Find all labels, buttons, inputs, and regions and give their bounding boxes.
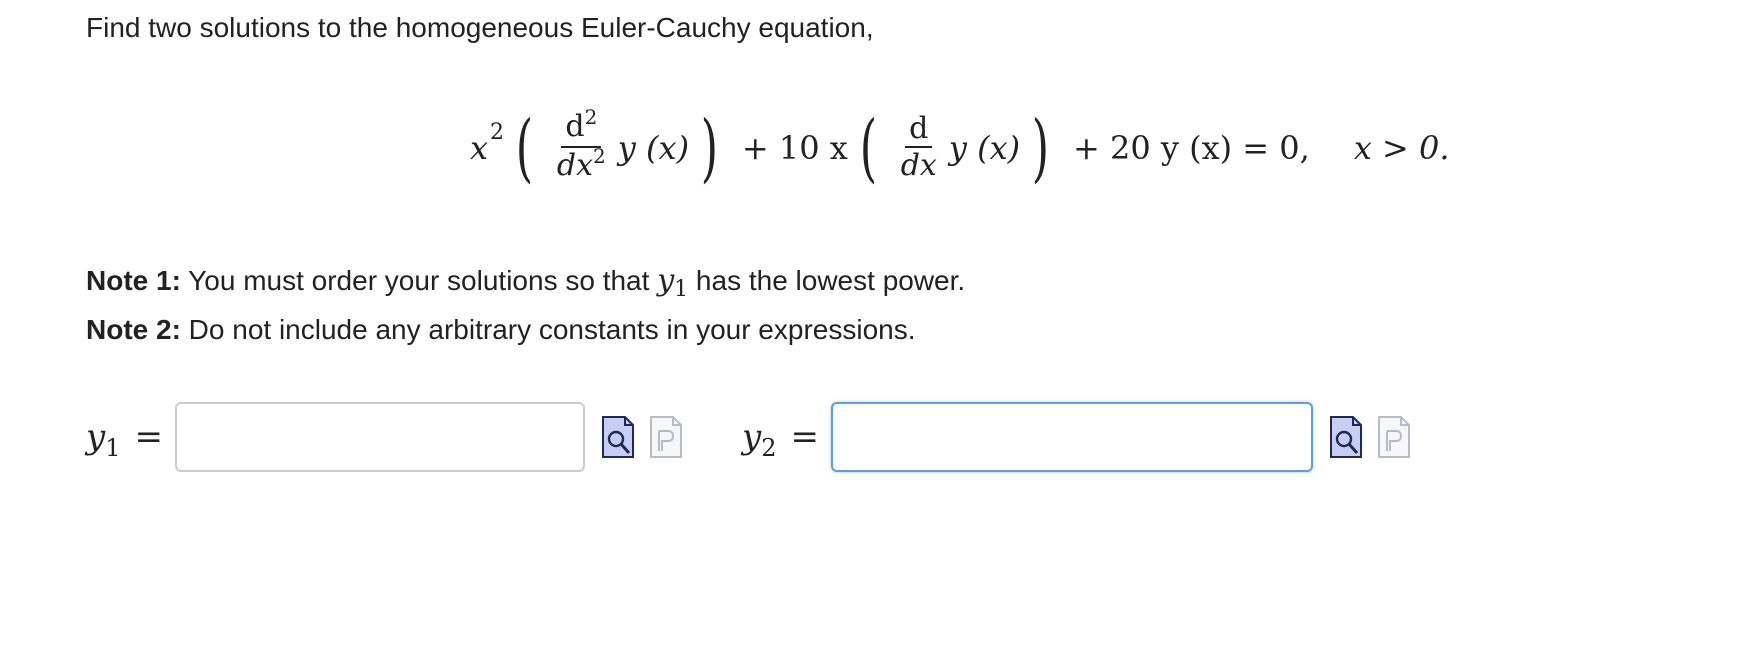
- eq-second-derivative: d2 dx2: [553, 105, 610, 186]
- eq-dx2: dx: [900, 148, 937, 183]
- note-1-sub: 1: [674, 277, 689, 302]
- answer-label-y2: y2 =: [742, 417, 820, 462]
- note-1-after: has the lowest power.: [688, 265, 966, 296]
- euler-cauchy-equation: x2 ( d2 dx2 y (x) ) + 10 x ( d dx y (x) …: [470, 105, 1450, 191]
- eq-d2: d: [909, 111, 929, 146]
- eq-yx-1: y (x): [617, 129, 690, 167]
- eq-plus-20: + 20 y (x) = 0,: [1072, 129, 1310, 167]
- eq-d-exp: 2: [584, 105, 598, 129]
- note-1-before: You must order your solutions so that: [180, 265, 658, 296]
- eq-x: x: [470, 129, 489, 167]
- answer-eq-y2: =: [790, 417, 820, 457]
- paste-icon[interactable]: [649, 415, 683, 459]
- answer-var-y1: y: [86, 417, 106, 457]
- eq-dx-exp: 2: [593, 144, 606, 168]
- answer-sub-y1: 1: [105, 434, 121, 462]
- note-2-label: Note 2:: [86, 314, 181, 345]
- eq-dx: dx: [556, 148, 594, 183]
- notes: Note 1: You must order your solutions so…: [86, 258, 965, 353]
- answer-var-y2: y: [742, 417, 762, 457]
- y2-answer-input[interactable]: [831, 402, 1313, 472]
- preview-icon[interactable]: [1329, 415, 1363, 459]
- paste-icon[interactable]: [1377, 415, 1411, 459]
- eq-x-exponent: 2: [490, 119, 505, 145]
- note-1-var: y: [657, 263, 675, 298]
- eq-plus-10x: + 10 x: [741, 129, 848, 167]
- eq-first-derivative: d dx: [897, 112, 941, 184]
- answer-sub-y2: 2: [761, 434, 777, 462]
- eq-left-paren: (: [515, 105, 534, 191]
- y1-answer-input[interactable]: [175, 402, 585, 472]
- preview-icon[interactable]: [601, 415, 635, 459]
- eq-left-paren-2: (: [859, 105, 877, 191]
- question-prompt: Find two solutions to the homogeneous Eu…: [86, 12, 874, 43]
- note-2-text: Do not include any arbitrary constants i…: [180, 314, 916, 345]
- eq-right-paren-2: ): [1031, 105, 1050, 191]
- eq-right-paren: ): [700, 105, 719, 191]
- answer-row-y2: y2 =: [742, 400, 1411, 474]
- note-2: Note 2: Do not include any arbitrary con…: [86, 307, 965, 353]
- eq-d: d: [565, 109, 585, 144]
- answer-eq-y1: =: [134, 417, 164, 457]
- eq-yx-2: y (x): [948, 129, 1021, 167]
- answer-label-y1: y1 =: [86, 417, 164, 462]
- eq-condition: x > 0.: [1353, 129, 1450, 167]
- note-1-label: Note 1:: [86, 265, 181, 296]
- note-1: Note 1: You must order your solutions so…: [86, 258, 965, 307]
- answer-row-y1: y1 =: [86, 400, 683, 474]
